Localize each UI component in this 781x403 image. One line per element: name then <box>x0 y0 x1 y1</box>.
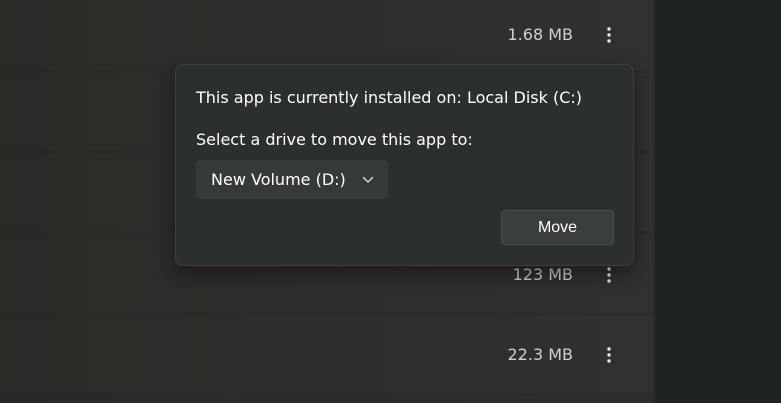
more-options-icon[interactable] <box>597 343 621 367</box>
app-size: 22.3 MB <box>507 345 574 364</box>
app-row[interactable]: 1.68 MB <box>0 0 653 70</box>
move-button[interactable]: Move <box>501 210 614 245</box>
storage-apps-screen: 1.68 MB 123 MB 22.3 MB This app is curre… <box>0 0 781 403</box>
app-size: 123 MB <box>512 265 573 284</box>
selected-drive: New Volume (D:) <box>211 170 346 189</box>
app-row[interactable]: 22.3 MB <box>0 316 653 393</box>
more-options-icon[interactable] <box>597 263 621 287</box>
chevron-down-icon <box>362 176 374 184</box>
move-app-flyout: This app is currently installed on: Loca… <box>175 64 634 266</box>
app-size: 1.68 MB <box>507 25 574 44</box>
side-panel <box>655 0 781 403</box>
installed-location-text: This app is currently installed on: Loca… <box>196 88 583 107</box>
more-options-icon[interactable] <box>597 23 621 47</box>
drive-dropdown[interactable]: New Volume (D:) <box>196 160 388 199</box>
select-drive-label: Select a drive to move this app to: <box>196 130 473 149</box>
